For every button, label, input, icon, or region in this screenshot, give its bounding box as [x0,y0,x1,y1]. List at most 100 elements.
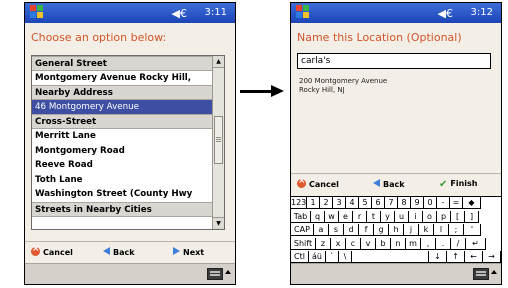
key[interactable]: u [395,210,409,223]
key[interactable]: 1 [307,197,320,209]
key[interactable]: j [404,224,419,237]
key[interactable]: 123 [291,197,307,209]
clock[interactable]: 3:11 [205,7,227,18]
cancel-button[interactable]: Cancel [31,244,73,257]
key[interactable]: ` [326,251,339,264]
keyboard-icon[interactable] [207,268,223,280]
key[interactable]: - [437,197,450,209]
key[interactable]: z [316,237,331,250]
key[interactable]: g [374,224,389,237]
checkmark-icon: ✔ [439,179,448,190]
key[interactable]: e [339,210,353,223]
list-scrollbar[interactable]: ▲ ▼ [212,56,224,229]
key[interactable]: ; [449,224,464,237]
key[interactable]: áü [309,251,326,264]
key[interactable]: / [451,237,466,250]
key[interactable]: s [329,224,344,237]
key[interactable]: ◆ [463,197,481,209]
key[interactable]: ↓ [429,251,447,264]
key[interactable]: → [483,251,501,264]
key[interactable]: y [381,210,395,223]
key[interactable]: l [434,224,449,237]
menu-bar [291,263,501,284]
key[interactable]: o [423,210,437,223]
key[interactable]: \ [339,251,352,264]
key[interactable]: c [346,237,361,250]
key[interactable]: r [353,210,367,223]
key[interactable]: ' [464,224,481,237]
back-button[interactable]: Back [103,247,135,257]
list-item[interactable]: Montgomery Road [32,144,212,159]
scroll-thumb[interactable] [214,116,223,164]
key[interactable]: 8 [398,197,411,209]
keyboard-row: 123 1 2 3 4 5 6 7 8 9 0- = ◆ [291,197,481,210]
list-item[interactable]: Toth Lane [32,173,212,188]
key[interactable]: CAP [291,224,314,237]
key[interactable]: ↑ [447,251,465,264]
keyboard-icon[interactable] [473,268,489,280]
key[interactable]: ↵ [466,237,486,250]
key[interactable]: = [450,197,463,209]
list-item[interactable]: Montgomery Avenue Rocky Hill, [32,71,212,86]
key[interactable]: k [419,224,434,237]
speaker-icon[interactable]: ◀€ [172,7,187,20]
key[interactable]: [ [451,210,465,223]
back-arrow-icon [103,247,110,255]
key[interactable]: 0 [424,197,437,209]
page-title: Name this Location (Optional) [297,31,462,44]
list-section-header: Streets in Nearby Cities [32,201,212,217]
key[interactable]: x [331,237,346,250]
key[interactable]: . [436,237,451,250]
key[interactable]: ← [465,251,483,264]
space-key[interactable] [352,251,429,264]
key[interactable]: ] [465,210,479,223]
key[interactable]: p [437,210,451,223]
key[interactable]: , [421,237,436,250]
key[interactable]: v [361,237,376,250]
key[interactable]: Ctl [291,251,309,264]
key[interactable]: Shift [291,237,316,250]
list-item[interactable]: Washington Street (County Hwy [32,187,212,202]
cancel-icon [297,176,306,188]
input-menu-arrow-icon[interactable] [225,270,231,274]
next-button[interactable]: Next [173,247,204,257]
input-menu-arrow-icon[interactable] [491,270,497,274]
page-title: Choose an option below: [31,31,167,44]
key[interactable]: w [325,210,339,223]
key[interactable]: 9 [411,197,424,209]
flow-arrow-head-icon [271,85,284,97]
key[interactable]: i [409,210,423,223]
key[interactable]: 7 [385,197,398,209]
back-button[interactable]: Back [373,179,405,189]
clock[interactable]: 3:12 [471,7,493,18]
key[interactable]: 2 [320,197,333,209]
next-arrow-icon [173,247,180,255]
key[interactable]: m [406,237,421,250]
key[interactable]: d [344,224,359,237]
key[interactable]: f [359,224,374,237]
key[interactable]: h [389,224,404,237]
start-menu-windows-icon[interactable] [296,5,310,19]
scroll-up-arrow-icon[interactable]: ▲ [213,56,224,68]
key[interactable]: 4 [346,197,359,209]
start-menu-windows-icon[interactable] [30,5,44,19]
choose-option-screen: ◀€ 3:11 Choose an option below: General … [24,2,236,285]
speaker-icon[interactable]: ◀€ [438,7,453,20]
finish-button[interactable]: ✔ Finish [439,179,478,190]
key[interactable]: b [376,237,391,250]
key[interactable]: n [391,237,406,250]
list-item[interactable]: 46 Montgomery Avenue [32,99,212,115]
list-item[interactable]: Reeve Road [32,158,212,173]
key[interactable]: q [311,210,325,223]
key[interactable]: t [367,210,381,223]
key[interactable]: a [314,224,329,237]
keyboard-row: CAP a s d f g h j k l; ' [291,224,481,237]
key[interactable]: Tab [291,210,311,223]
key[interactable]: 3 [333,197,346,209]
cancel-button[interactable]: Cancel [297,176,339,189]
location-name-input[interactable]: carla's [297,53,491,69]
key[interactable]: 6 [372,197,385,209]
key[interactable]: 5 [359,197,372,209]
scroll-down-arrow-icon[interactable]: ▼ [213,217,224,229]
list-item[interactable]: Merritt Lane [32,129,212,144]
